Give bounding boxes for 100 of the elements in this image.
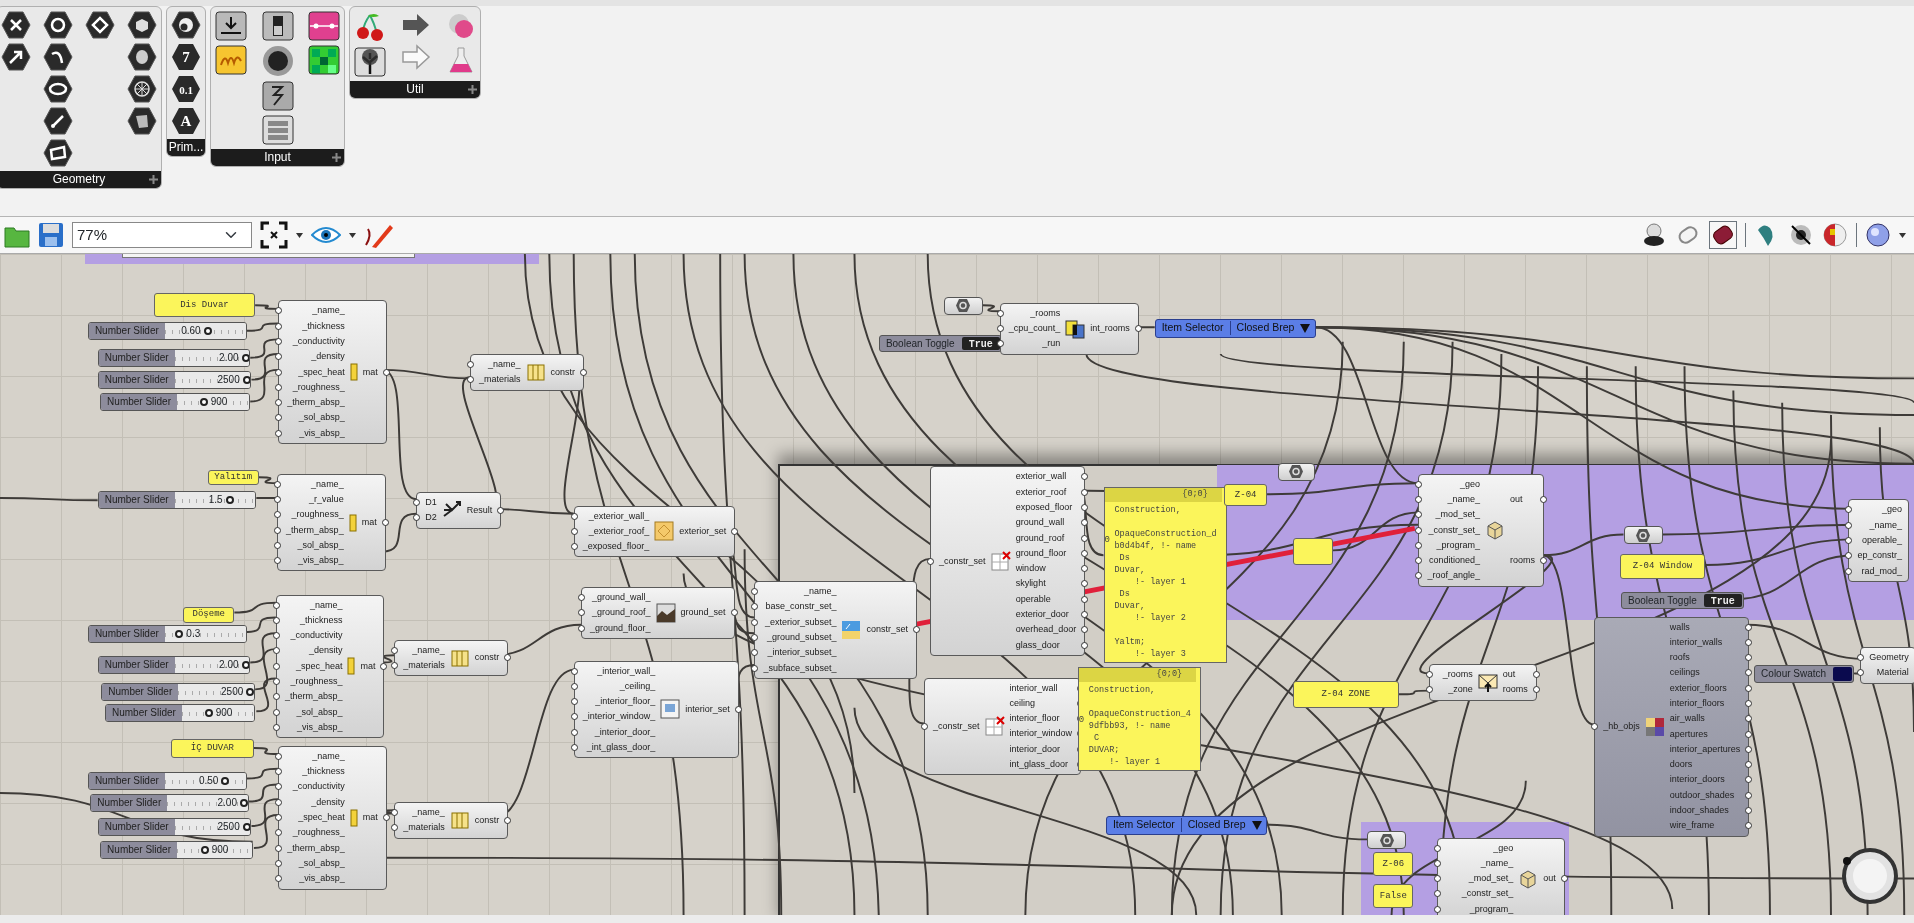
number-slider[interactable]: Number Slider 2500 <box>97 817 252 836</box>
panel-title: Input <box>264 149 291 166</box>
port-label: out <box>1502 669 1516 680</box>
port-label: rad_mod_ <box>1861 565 1903 576</box>
port-label: _interior_door_ <box>594 726 656 737</box>
number-slider[interactable]: Number Slider 0.3 <box>87 625 247 644</box>
slider-track[interactable]: 900 <box>181 705 255 722</box>
slider-label: Number Slider <box>101 842 177 859</box>
colour-swatch[interactable]: Colour Swatch <box>1754 665 1855 684</box>
component-node[interactable]: _name_ base_constr_set_ _exterior_subset_ _ground_subset_ _interior_subset_ _subface_subset_ constr_set <box>754 581 917 679</box>
component-node[interactable]: _geo _name_ operable_ ep_constr_ rad_mod_ <box>1848 499 1910 582</box>
port-label: _spec_heat <box>295 660 343 671</box>
number-slider[interactable]: Number Slider 2.00 <box>97 349 251 368</box>
port-label: int_rooms <box>1090 323 1130 334</box>
component-node[interactable]: _name_ _thickness _conductivity _density _spec_heat _roughness_ _therm_absp_ _sol_absp_ _vis_absp_ mat <box>275 594 385 739</box>
number-slider[interactable]: Number Slider 0.50 <box>87 771 247 790</box>
slider-track[interactable]: 0.3 <box>164 626 246 643</box>
panel-text: Construction, OpaqueConstruction_d b0d4b4f, !- name Ds Duvar, !- layer 1 Ds Duvar, !- layer 2 Yaltm; !- layer 3 <box>1114 504 1217 662</box>
component-node[interactable]: _name_ _materials constr <box>394 639 509 677</box>
component-node[interactable]: _name_ _materials constr <box>394 802 509 839</box>
text-panel[interactable]: Z-04 ZONE <box>1292 681 1399 709</box>
port-label: ceilings <box>1669 667 1700 678</box>
text-panel[interactable]: Z-06 <box>1373 852 1414 877</box>
slider-track[interactable]: 2.00 <box>174 656 250 673</box>
port-label: _name_ <box>803 586 837 597</box>
port-label: mat <box>362 366 378 377</box>
port-label: _ground_roof_ <box>592 607 651 618</box>
slider-track[interactable]: 0.50 <box>164 772 246 789</box>
port-label: _r_value <box>309 494 344 504</box>
port-label: D1 <box>425 497 437 507</box>
slider-track[interactable]: 2500 <box>178 683 255 700</box>
component-node[interactable]: _ground_wall_ _ground_roof_ _ground_floor_ ground_set <box>581 587 735 640</box>
swatch-label: Colour Swatch <box>1760 667 1828 682</box>
port-label: constr_set <box>866 624 908 635</box>
port-label: _mod_set_ <box>1435 509 1480 520</box>
number-slider[interactable]: Number Slider 2.00 <box>97 655 251 674</box>
toggle-value: True <box>961 336 1000 350</box>
boolean-toggle[interactable]: Boolean Toggle True <box>878 334 1002 352</box>
text-panel[interactable]: Z-04 Window <box>1619 554 1706 579</box>
item-selector[interactable]: Item Selector Closed Brep <box>1154 318 1316 338</box>
boolean-toggle[interactable]: Boolean Toggle True <box>1621 592 1744 610</box>
port-label: _name_ <box>488 359 521 370</box>
component-node[interactable]: _constr_set exterior_wall exterior_roof exposed_floor ground_wall ground_roof ground_floor window skylight operable exterior_door overhead_door glass_door <box>930 466 1086 656</box>
number-slider[interactable]: Number Slider 2500 <box>97 371 252 390</box>
component-node[interactable]: _rooms _zone out rooms <box>1429 664 1537 701</box>
slider-track[interactable]: 900 <box>177 842 252 859</box>
slider-track[interactable]: 2500 <box>174 818 251 835</box>
number-slider[interactable]: Number Slider 900 <box>100 841 253 860</box>
port-label: interior_window <box>1009 728 1073 739</box>
component-node[interactable]: _geo _name_ _mod_set_ _constr_set_ _program_ conditioned_ _roof_angle_ out rooms <box>1418 473 1544 587</box>
port-label: _run <box>1042 338 1061 349</box>
selector-label: Item Selector <box>1112 817 1175 833</box>
hexagon-icon[interactable]: 0.1 <box>171 75 201 103</box>
number-slider[interactable]: Number Slider 2.00 <box>90 793 249 812</box>
port-label: _density <box>311 796 345 807</box>
number-slider[interactable]: Number Slider 2500 <box>101 682 256 701</box>
text-panel[interactable]: False <box>1373 883 1414 909</box>
component-node[interactable]: _rooms _cpu_count_ _run int_rooms <box>999 302 1139 355</box>
slider-track[interactable]: 2500 <box>174 372 251 389</box>
component-node[interactable]: _name_ _r_value _roughness_ _therm_absp_ _sol_absp_ _vis_absp_ mat <box>277 473 386 572</box>
component-node[interactable]: _exterior_wall_ _exterior_roof_ _exposed_floor_ exterior_set <box>573 505 736 558</box>
component-node[interactable]: _name_ _thickness _conductivity _density _spec_heat _roughness_ _therm_absp_ _sol_absp_ _vis_absp_ mat <box>278 745 387 890</box>
hexagon-icon[interactable]: A <box>171 107 201 135</box>
port-label: interior_walls <box>1669 636 1723 647</box>
port-label: _name_ <box>312 750 345 761</box>
component-node[interactable]: D1 D2 Result <box>416 492 502 529</box>
text-panel[interactable]: Dis Duvar <box>153 293 256 318</box>
port-label: _ceiling_ <box>619 680 656 691</box>
panel-title: Prim... <box>168 139 204 156</box>
slider-track[interactable]: 900 <box>177 394 250 411</box>
slider-track[interactable]: 1.5 <box>174 491 256 508</box>
zoom-dropdown[interactable]: 77% <box>72 222 252 248</box>
hexagon-icon[interactable]: 7 <box>171 43 201 71</box>
component-node[interactable]: _geo _name_ _mod_set_ _constr_set_ _program_ out <box>1436 837 1565 915</box>
component-node[interactable]: Geometry Material <box>1860 647 1914 684</box>
port-label: wire_frame <box>1669 820 1715 831</box>
component-node[interactable]: _name_ _materials constr <box>470 354 585 391</box>
component-node[interactable]: _name_ _thickness _conductivity _density _spec_heat _roughness_ _therm_absp_ _sol_absp_ _vis_absp_ mat <box>278 300 387 445</box>
port-label: _exterior_roof_ <box>588 525 650 536</box>
number-slider[interactable]: Number Slider 0.60 <box>87 322 247 341</box>
port-label: _roughness_ <box>291 509 344 520</box>
slider-track[interactable]: 0.60 <box>164 323 246 340</box>
port-label: _constr_set <box>933 720 980 731</box>
port-label: constr <box>474 814 500 825</box>
number-slider[interactable]: Number Slider 1.5 <box>97 490 257 509</box>
port-label: _int_glass_door_ <box>586 742 656 752</box>
text-panel[interactable]: Yalıtım <box>207 470 259 485</box>
port-label: interior_floors <box>1669 698 1725 708</box>
text-panel[interactable]: Döşeme <box>183 606 235 623</box>
component-node[interactable]: _hb_objs walls interior_walls roofs ceilings exterior_floors interior_floors air_walls apertures interior_apertures doors interior_doors outdoor_shades indoor_shades wire_frame <box>1594 616 1750 837</box>
slider-label: Number Slider <box>98 491 175 508</box>
number-slider[interactable]: Number Slider 900 <box>100 393 251 412</box>
port-label: apertures <box>1669 728 1708 739</box>
port-label: _spec_heat <box>298 366 345 377</box>
component-node[interactable]: _interior_wall_ _ceiling_ _interior_floor_ _interior_window_ _interior_door_ _int_glass_door_ interior_set <box>573 660 739 759</box>
slider-track[interactable]: 2.00 <box>167 794 248 811</box>
text-panel[interactable]: İÇ DUVAR <box>170 738 254 759</box>
slider-track[interactable]: 2.00 <box>174 350 250 367</box>
text-panel[interactable]: Z-04 <box>1224 483 1267 506</box>
number-slider[interactable]: Number Slider 900 <box>105 704 256 723</box>
